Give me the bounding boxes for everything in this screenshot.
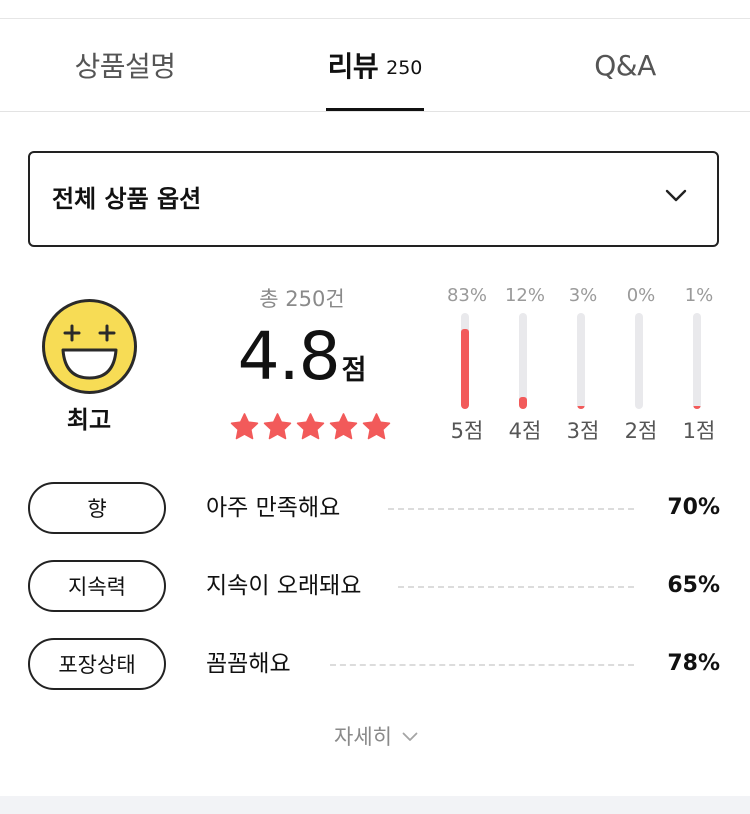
attribute-percent: 78% xyxy=(667,651,720,676)
show-more-label: 자세히 xyxy=(334,725,392,749)
attribute-percent: 65% xyxy=(667,573,720,598)
distribution-bar-fill xyxy=(519,397,527,409)
tabs-divider xyxy=(0,111,750,112)
tab-bar: 상품설명 리뷰 250 Q&A xyxy=(0,19,750,111)
attribute-description: 꼼꼼해요 xyxy=(206,651,291,677)
attribute-row-packaging: 포장상태 꼼꼼해요 78% xyxy=(0,638,750,692)
tab-reviews[interactable]: 리뷰 250 xyxy=(295,19,455,111)
attribute-row-scent: 향 아주 만족해요 70% xyxy=(0,482,750,536)
review-count-badge: 250 xyxy=(386,57,423,79)
attribute-pill[interactable]: 포장상태 xyxy=(28,638,166,690)
chevron-down-icon xyxy=(402,732,418,741)
average-rating: 4.8점 xyxy=(200,318,404,395)
star-rating xyxy=(228,411,393,443)
dashed-leader xyxy=(330,664,634,666)
rating-badge-label: 최고 xyxy=(66,406,112,434)
distribution-bar-fill xyxy=(461,329,469,409)
rating-unit: 점 xyxy=(341,355,367,386)
distribution-label: 1점 xyxy=(682,419,716,443)
attribute-pill[interactable]: 지속력 xyxy=(28,560,166,612)
tab-label: Q&A xyxy=(594,48,656,82)
attribute-pill[interactable]: 향 xyxy=(28,482,166,534)
tab-label: 상품설명 xyxy=(74,50,176,83)
distribution-percent: 83% xyxy=(446,285,487,306)
grinning-face-icon xyxy=(42,299,137,394)
tab-qna[interactable]: Q&A xyxy=(545,19,705,111)
distribution-percent: 12% xyxy=(504,285,545,306)
star-icon xyxy=(263,413,292,440)
attribute-description: 아주 만족해요 xyxy=(206,495,341,521)
section-separator xyxy=(0,796,750,814)
rating-value: 4.8 xyxy=(237,318,341,395)
star-icon xyxy=(296,413,325,440)
distribution-label: 3점 xyxy=(566,419,600,443)
option-select-label: 전체 상품 옵션 xyxy=(52,185,202,213)
distribution-bar-track xyxy=(461,313,469,409)
distribution-bar-track xyxy=(635,313,643,409)
distribution-percent: 3% xyxy=(568,285,598,306)
distribution-percent: 0% xyxy=(626,285,656,306)
tab-product-description[interactable]: 상품설명 xyxy=(45,19,205,111)
distribution-bar-track xyxy=(519,313,527,409)
total-review-count: 총 250건 xyxy=(259,287,345,311)
attribute-row-longevity: 지속력 지속이 오래돼요 65% xyxy=(0,560,750,614)
star-icon xyxy=(230,413,259,440)
attribute-description: 지속이 오래돼요 xyxy=(206,573,362,599)
star-icon xyxy=(329,413,358,440)
distribution-percent: 1% xyxy=(684,285,714,306)
distribution-bar-fill xyxy=(693,406,701,409)
dashed-leader xyxy=(388,508,634,510)
product-option-select[interactable]: 전체 상품 옵션 xyxy=(28,151,719,247)
attribute-percent: 70% xyxy=(667,495,720,520)
chevron-down-icon xyxy=(665,189,687,202)
distribution-label: 5점 xyxy=(450,419,484,443)
tab-label: 리뷰 xyxy=(327,50,379,83)
distribution-label: 4점 xyxy=(508,419,542,443)
distribution-bar-track xyxy=(693,313,701,409)
show-more-button[interactable]: 자세히 xyxy=(320,719,432,753)
star-icon xyxy=(362,413,391,440)
distribution-bar-fill xyxy=(577,406,585,409)
distribution-label: 2점 xyxy=(624,419,658,443)
distribution-bar-track xyxy=(577,313,585,409)
dashed-leader xyxy=(398,586,634,588)
